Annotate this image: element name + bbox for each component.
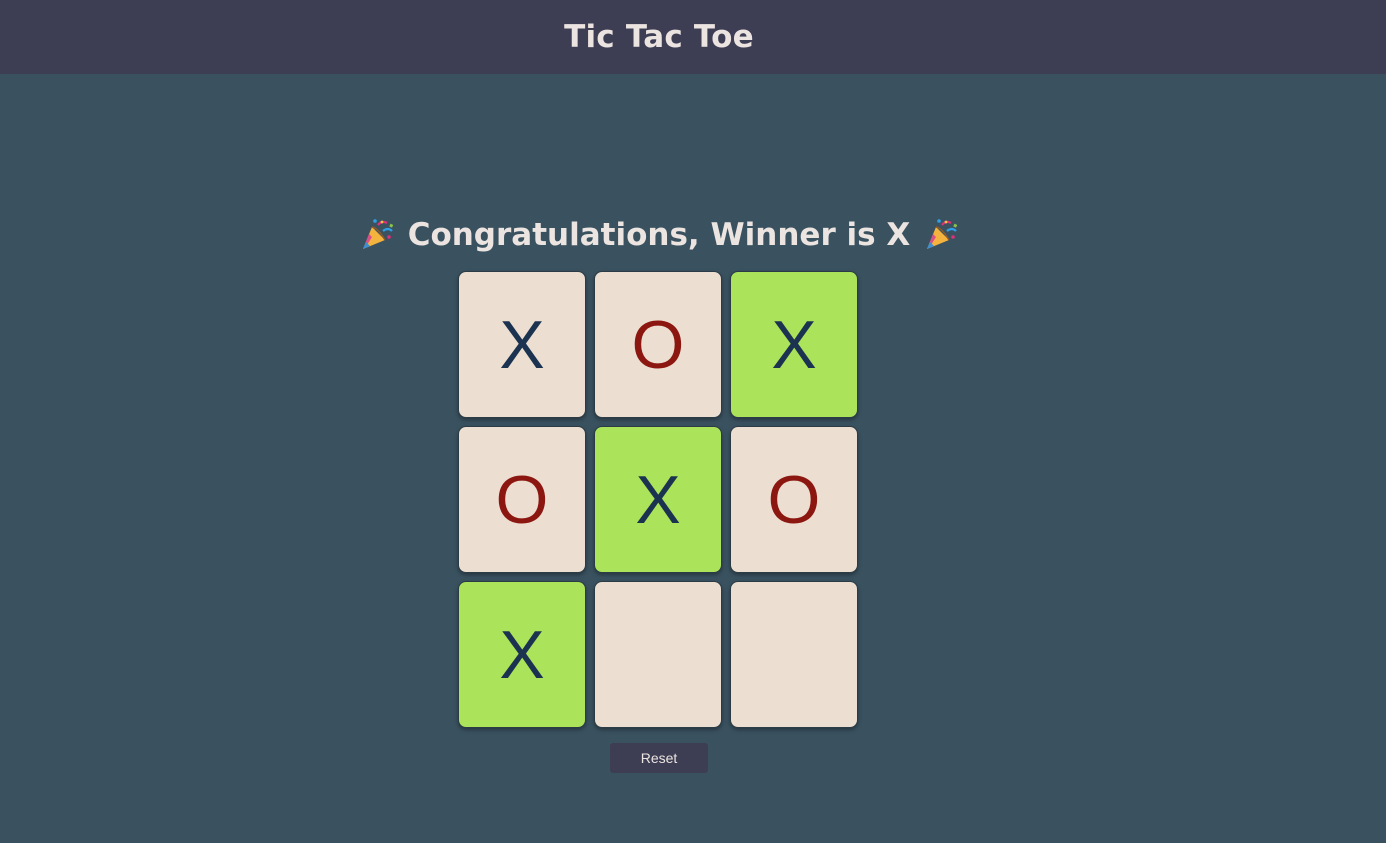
board-cell-6[interactable]: O <box>730 426 858 573</box>
board-cell-8[interactable] <box>594 581 722 728</box>
winner-status: Congratulations, Winner is X <box>0 212 1318 258</box>
game-board: X O X O X O X <box>458 271 860 728</box>
board-cell-4[interactable]: O <box>458 426 586 573</box>
board-cell-7[interactable]: X <box>458 581 586 728</box>
reset-button[interactable]: Reset <box>610 743 708 773</box>
board-cell-9[interactable] <box>730 581 858 728</box>
status-message: Congratulations, Winner is X <box>407 217 911 253</box>
app-header: Tic Tac Toe <box>0 0 1386 74</box>
board-cell-1[interactable]: X <box>458 271 586 418</box>
board-cell-5[interactable]: X <box>594 426 722 573</box>
board-cell-3[interactable]: X <box>730 271 858 418</box>
party-popper-icon <box>924 218 958 252</box>
app-title: Tic Tac Toe <box>564 19 754 55</box>
party-popper-icon <box>360 218 394 252</box>
board-cell-2[interactable]: O <box>594 271 722 418</box>
